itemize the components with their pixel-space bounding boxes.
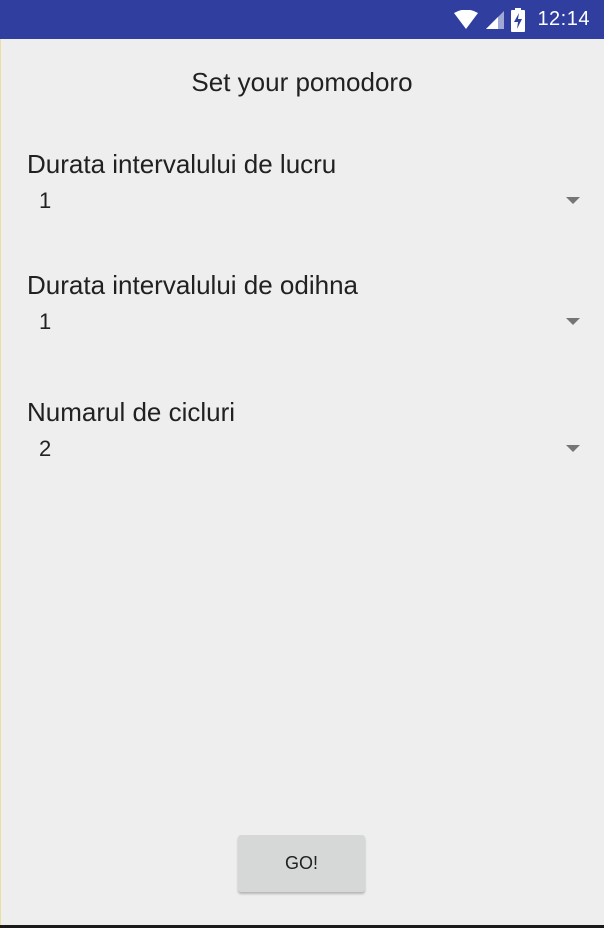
- status-time: 12:14: [537, 8, 590, 30]
- cellular-signal-icon: [485, 10, 505, 30]
- page-title: Set your pomodoro: [191, 67, 413, 97]
- battery-charging-icon: [511, 7, 526, 32]
- work-interval-label: Durata intervalului de lucru: [27, 149, 337, 179]
- cycles-count-value: 2: [39, 436, 52, 461]
- work-interval-spinner[interactable]: 1: [27, 182, 580, 222]
- go-button[interactable]: GO!: [238, 835, 365, 892]
- work-interval-value: 1: [39, 188, 52, 213]
- dropdown-arrow-icon: [566, 318, 580, 325]
- status-bar: 12:14: [0, 0, 604, 39]
- rest-interval-spinner[interactable]: 1: [27, 303, 580, 343]
- cycles-count-label: Numarul de cicluri: [27, 397, 236, 427]
- rest-interval-value: 1: [39, 309, 52, 334]
- cycles-count-spinner[interactable]: 2: [27, 430, 580, 470]
- wifi-icon: [453, 9, 479, 30]
- rest-interval-label: Durata intervalului de odihna: [27, 270, 358, 300]
- status-icons: 12:14: [453, 0, 590, 39]
- screen-edge: [0, 39, 1, 925]
- dropdown-arrow-icon: [566, 197, 580, 204]
- dropdown-arrow-icon: [566, 445, 580, 452]
